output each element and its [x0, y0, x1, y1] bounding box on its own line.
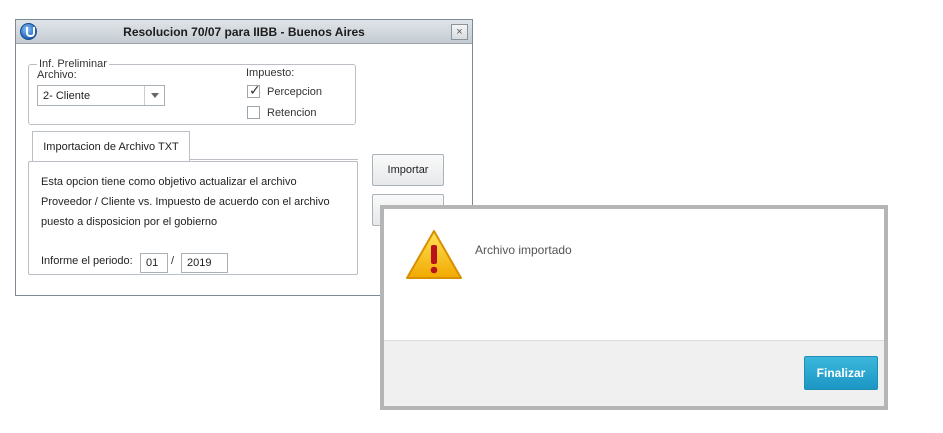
impuesto-label: Impuesto:: [246, 67, 295, 79]
description-line-2: Proveedor / Cliente vs. Impuesto de acue…: [41, 196, 330, 208]
alert-message: Archivo importado: [475, 243, 572, 257]
preliminary-group: Inf. Preliminar Archivo: 2- Cliente Impu…: [28, 58, 356, 125]
archivo-select-value: 2- Cliente: [43, 90, 91, 102]
percepcion-label: Percepcion: [267, 86, 323, 98]
alert-dialog: Archivo importado Finalizar: [380, 205, 888, 410]
chevron-down-icon[interactable]: [144, 86, 164, 105]
finalizar-button[interactable]: Finalizar: [804, 356, 878, 390]
percepcion-checkbox[interactable]: [247, 82, 261, 99]
window-title: Resolucion 70/07 para IIBB - Buenos Aire…: [123, 25, 365, 39]
description-line-1: Esta opcion tiene como objetivo actualiz…: [41, 176, 297, 188]
tab-importacion[interactable]: Importacion de Archivo TXT: [32, 131, 190, 161]
archivo-label: Archivo:: [37, 69, 77, 81]
alert-body: Archivo importado: [384, 209, 884, 340]
alert-footer: Finalizar: [384, 340, 884, 406]
tab-strip-line: [190, 159, 358, 160]
retencion-label: Retencion: [267, 107, 317, 119]
importar-button[interactable]: Importar: [372, 154, 444, 186]
title-bar[interactable]: Resolucion 70/07 para IIBB - Buenos Aire…: [16, 20, 472, 44]
year-input[interactable]: 2019: [181, 253, 228, 273]
close-button[interactable]: ×: [451, 24, 468, 40]
description-line-3: puesto a disposicion por el gobierno: [41, 216, 218, 228]
archivo-select[interactable]: 2- Cliente: [37, 85, 165, 106]
period-separator: /: [171, 255, 175, 267]
periodo-label: Informe el periodo:: [41, 255, 133, 267]
warning-icon: [406, 230, 462, 279]
month-input[interactable]: 01: [140, 253, 168, 273]
retencion-checkbox[interactable]: [247, 106, 260, 119]
